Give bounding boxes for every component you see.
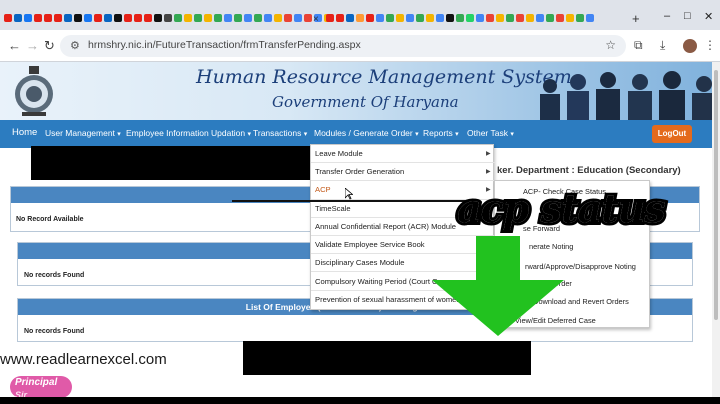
nav-reports[interactable]: Reports ▾ [423,128,459,138]
empty-row-text: No records Found [24,272,85,279]
browser-tab-strip: × + – □ ✕ [0,0,720,30]
nav-user-management[interactable]: User Management ▾ [45,128,121,138]
caret-down-icon: ▾ [303,131,308,138]
submenu-arrow-icon: ▶ [486,169,491,175]
department-label: ker. Department : Education (Secondary) [497,165,681,176]
browser-toolbar: ← → ↻ ⚙ hrmshry.nic.in/FutureTransaction… [0,30,720,62]
browser-menu-icon[interactable]: ⋮ [704,38,716,52]
haryana-emblem-icon [15,66,53,116]
site-banner: Human Resource Management System Governm… [0,62,720,120]
mouse-cursor-icon [345,188,353,200]
nav-label: Transactions [253,128,302,138]
menu-divider [311,162,495,163]
redacted-area [243,341,531,375]
annotation-underline [232,200,472,202]
url-text[interactable]: hrmshry.nic.in/FutureTransaction/frmTran… [88,39,361,51]
profile-avatar[interactable] [683,39,697,53]
video-bottom-bar [0,397,720,404]
site-subtitle: Government Of Haryana [272,93,459,111]
download-icon[interactable]: ⤓ [660,38,665,53]
business-people-illustration [540,71,716,120]
close-window-button[interactable]: ✕ [704,10,713,23]
new-tab-button[interactable]: + [632,11,640,26]
other-tab-icons[interactable] [326,14,594,22]
nav-label: Employee Information Updation [126,128,246,138]
menu-item-transfer-order-generation[interactable]: Transfer Order Generation [315,167,404,176]
nav-employee-information-updation[interactable]: Employee Information Updation ▾ [126,128,251,138]
caret-down-icon: ▾ [455,131,459,138]
green-down-arrow-icon [432,236,564,336]
back-button[interactable]: ← [8,38,21,53]
site-title: Human Resource Management System [196,66,572,88]
nav-label: User Management [45,128,115,138]
minimize-button[interactable]: – [664,10,670,22]
website-watermark: www.readlearnexcel.com [0,351,167,368]
nav-label: Other Task [467,128,508,138]
menu-item-validate-service-book[interactable]: Validate Employee Service Book [315,240,425,249]
nav-transactions[interactable]: Transactions ▾ [253,128,307,138]
principal-sir-logo: Principal Sir [10,376,72,400]
acp-status-caption: acp status [457,186,666,231]
empty-row-text: No records Found [24,328,85,335]
menu-item-disciplinary-cases[interactable]: Disciplinary Cases Module [315,258,404,267]
caret-down-icon: ▾ [247,131,251,138]
nav-modules-generate-order[interactable]: Modules / Generate Order ▾ [314,128,419,138]
caret-down-icon: ▾ [415,131,419,138]
caret-down-icon: ▾ [510,131,514,138]
pinned-tab-icons[interactable] [4,14,332,22]
nav-other-task[interactable]: Other Task ▾ [467,128,514,138]
logout-button[interactable]: LogOut [652,125,692,143]
reload-button[interactable]: ↻ [44,38,55,54]
bookmark-star-icon[interactable]: ☆ [605,38,616,52]
address-bar[interactable]: ⚙ hrmshry.nic.in/FutureTransaction/frmTr… [60,35,626,57]
nav-label: Modules / Generate Order [314,128,413,138]
tab-close-icon[interactable]: × [313,14,319,25]
logo-text-line1: Principal [15,377,58,388]
menu-item-timescale[interactable]: TimeScale [315,204,351,213]
empty-row-text: No Record Available [16,216,84,223]
extensions-icon[interactable]: ⧉ [634,38,643,53]
forward-button[interactable]: → [26,38,39,53]
caret-down-icon: ▾ [117,131,121,138]
site-info-icon[interactable]: ⚙ [70,39,80,52]
maximize-button[interactable]: □ [684,10,691,22]
redacted-area [31,146,320,180]
menu-item-acp[interactable]: ACP [315,185,331,194]
menu-item-leave-module[interactable]: Leave Module [315,149,363,158]
submenu-arrow-icon: ▶ [486,151,491,157]
menu-item-compulsory-waiting-period[interactable]: Compulsory Waiting Period (Court Ca [315,277,442,286]
scrollbar-thumb[interactable] [714,70,718,320]
nav-label: Reports [423,128,453,138]
menu-divider [311,180,495,181]
menu-item-acr-module[interactable]: Annual Confidential Report (ACR) Module [315,222,456,231]
nav-home[interactable]: Home [12,127,37,138]
